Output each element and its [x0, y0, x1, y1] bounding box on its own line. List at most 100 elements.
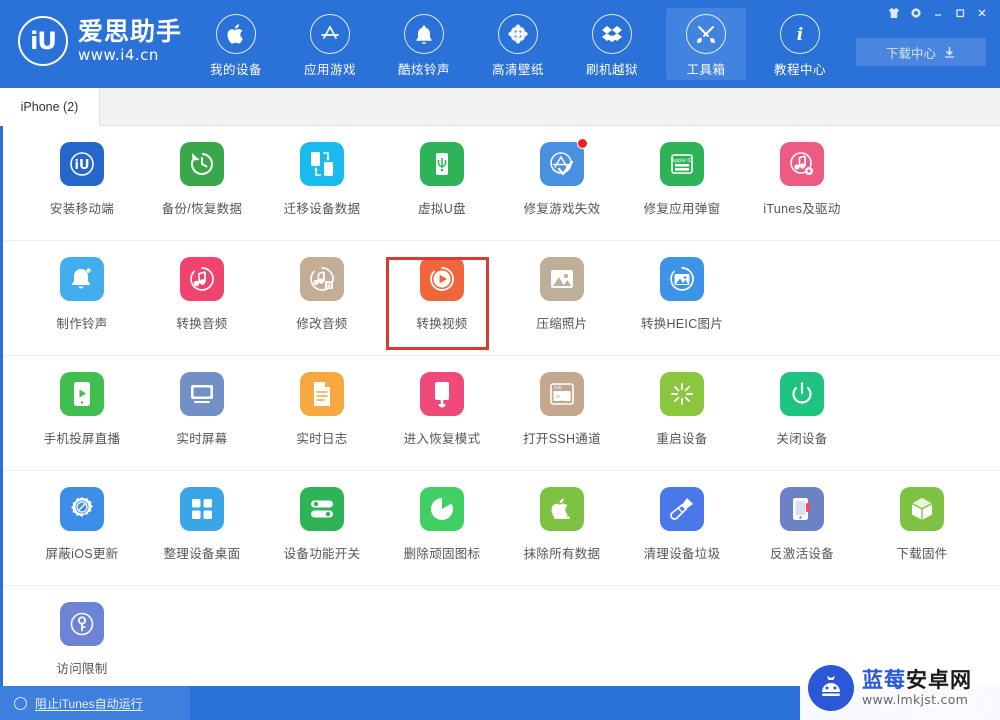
download-center-button[interactable]: 下载中心	[856, 38, 986, 66]
tool-virtual-udisk[interactable]: 虚拟U盘	[382, 142, 502, 217]
tool-realtime-screen[interactable]: 实时屏幕	[142, 372, 262, 447]
tool-recovery-mode[interactable]: 进入恢复模式	[382, 372, 502, 447]
bell-icon	[404, 14, 444, 54]
tool-backup-restore[interactable]: 备份/恢复数据	[142, 142, 262, 217]
tool-fix-app-popup[interactable]: Apple ID 修复应用弹窗	[622, 142, 742, 217]
svg-text:Apple ID: Apple ID	[671, 158, 692, 164]
maximize-icon[interactable]	[950, 3, 970, 23]
nav-label: 应用游戏	[303, 63, 356, 77]
tool-screen-cast[interactable]: 手机投屏直播	[22, 372, 142, 447]
device-toggles-icon	[300, 487, 344, 531]
tool-erase-all-data[interactable]: 抹除所有数据	[502, 487, 622, 562]
itunes-driver-icon	[780, 142, 824, 186]
make-ringtone-icon	[60, 257, 104, 301]
tool-label: 整理设备桌面	[163, 547, 241, 561]
tool-label: 关闭设备	[776, 432, 828, 446]
tools-grid: iU 安装移动端 备份/恢复数据 迁移设备数据 虚拟U盘 修复游戏失效 Appl…	[0, 126, 1000, 686]
device-tabstrip: iPhone (2)	[0, 88, 1000, 126]
tool-convert-heic[interactable]: 转换HEIC图片	[622, 257, 742, 332]
svg-text:SSH: SSH	[554, 385, 562, 390]
tool-label: 反激活设备	[769, 547, 834, 561]
power-off-icon	[780, 372, 824, 416]
tool-deactivate-device[interactable]: 反激活设备	[742, 487, 862, 562]
deactivate-device-icon	[780, 487, 824, 531]
tool-label: 转换视频	[416, 317, 468, 331]
site-watermark: 蓝莓安卓网 www.lmkjst.com	[800, 656, 1000, 720]
nav-item-apps-games[interactable]: 应用游戏	[290, 8, 370, 80]
tool-convert-audio[interactable]: 转换音频	[142, 257, 262, 332]
recovery-mode-icon	[420, 372, 464, 416]
organize-desktop-icon	[180, 487, 224, 531]
tool-label: 迁移设备数据	[283, 202, 361, 216]
fix-game-icon	[540, 138, 588, 186]
tool-label: 实时日志	[296, 432, 348, 446]
tool-compress-photo[interactable]: 压缩照片	[502, 257, 622, 332]
tool-power-off[interactable]: 关闭设备	[742, 372, 862, 447]
tool-block-ios-update[interactable]: 屏蔽iOS更新	[22, 487, 142, 562]
edit-audio-icon: 自	[300, 257, 344, 301]
box-icon	[592, 14, 632, 54]
nav-item-tutorials[interactable]: i 教程中心	[760, 8, 840, 80]
watermark-url: www.lmkjst.com	[862, 691, 969, 707]
tool-label: 制作铃声	[56, 317, 108, 331]
tool-label: 备份/恢复数据	[161, 202, 243, 216]
block-ios-update-icon	[60, 487, 104, 531]
info-icon: i	[780, 14, 820, 54]
block-itunes-toggle[interactable]: 阻止iTunes自动运行	[0, 686, 190, 720]
tool-delete-stubborn-icon[interactable]: 删除顽固图标	[382, 487, 502, 562]
tool-label: 安装移动端	[49, 202, 114, 216]
tool-label: 访问限制	[56, 662, 108, 676]
tool-convert-video[interactable]: 转换视频	[382, 257, 502, 332]
main-nav: 我的设备 应用游戏 酷炫铃声 高清壁纸 刷机越狱 工具箱 i 教程中心	[196, 8, 854, 80]
tool-access-restriction[interactable]: 访问限制	[22, 602, 142, 677]
tools-row: 屏蔽iOS更新 整理设备桌面 设备功能开关 删除顽固图标 抹除所有数据 清理设备…	[3, 471, 1000, 586]
tool-itunes-driver[interactable]: iTunes及驱动	[742, 142, 862, 217]
nav-label: 刷机越狱	[585, 63, 638, 77]
watermark-title: 蓝莓安卓网	[862, 669, 972, 693]
watermark-text: 蓝莓安卓网 www.lmkjst.com	[862, 669, 972, 708]
app-window: iU 爱思助手 www.i4.cn 我的设备 应用游戏 酷炫铃声 高清壁纸 刷机…	[0, 0, 1000, 720]
tool-realtime-log[interactable]: 实时日志	[262, 372, 382, 447]
convert-heic-icon	[660, 257, 704, 301]
toggle-icon[interactable]	[14, 696, 27, 710]
logo-url: www.i4.cn	[78, 45, 159, 64]
tool-install-mobile[interactable]: iU 安装移动端	[22, 142, 142, 217]
svg-text:>_: >_	[556, 393, 565, 401]
tool-label: 下载固件	[896, 547, 948, 561]
tool-label: 修复应用弹窗	[643, 202, 721, 216]
tool-clean-junk[interactable]: 清理设备垃圾	[622, 487, 742, 562]
tool-ssh-channel[interactable]: SSH >_ 打开SSH通道	[502, 372, 622, 447]
nav-label: 工具箱	[686, 63, 726, 77]
tools-row: iU 安装移动端 备份/恢复数据 迁移设备数据 虚拟U盘 修复游戏失效 Appl…	[3, 126, 1000, 241]
nav-item-wallpapers[interactable]: 高清壁纸	[478, 8, 558, 80]
tool-label: 打开SSH通道	[523, 432, 601, 446]
tool-fix-game[interactable]: 修复游戏失效	[502, 138, 622, 217]
close-icon[interactable]	[972, 3, 992, 23]
tool-transfer-data[interactable]: 迁移设备数据	[262, 142, 382, 217]
tool-download-firmware[interactable]: 下载固件	[862, 487, 982, 562]
nav-item-jailbreak[interactable]: 刷机越狱	[572, 8, 652, 80]
tool-label: iTunes及驱动	[763, 202, 841, 216]
new-badge	[577, 138, 588, 149]
tool-label: 转换HEIC图片	[640, 317, 724, 331]
minimize-icon[interactable]	[928, 3, 948, 23]
tool-organize-desktop[interactable]: 整理设备桌面	[142, 487, 262, 562]
logo-title: 爱思助手	[78, 17, 183, 46]
nav-item-my-device[interactable]: 我的设备	[196, 8, 276, 80]
tool-restart-device[interactable]: 重启设备	[622, 372, 742, 447]
nav-item-ringtones[interactable]: 酷炫铃声	[384, 8, 464, 80]
nav-label: 酷炫铃声	[397, 63, 450, 77]
gear-icon[interactable]	[906, 3, 926, 23]
svg-text:i: i	[797, 25, 803, 45]
tool-make-ringtone[interactable]: 制作铃声	[22, 257, 142, 332]
watermark-title-black: 安卓网	[906, 668, 972, 692]
tool-edit-audio[interactable]: 自 修改音频	[262, 257, 382, 332]
shirt-icon[interactable]	[884, 3, 904, 23]
app-header: iU 爱思助手 www.i4.cn 我的设备 应用游戏 酷炫铃声 高清壁纸 刷机…	[0, 0, 1000, 88]
tool-device-toggles[interactable]: 设备功能开关	[262, 487, 382, 562]
app-logo: iU 爱思助手 www.i4.cn	[18, 16, 182, 66]
tab-iphone[interactable]: iPhone (2)	[0, 88, 100, 126]
nav-item-toolbox[interactable]: 工具箱	[666, 8, 746, 80]
tool-label: 虚拟U盘	[418, 202, 466, 216]
nav-label: 教程中心	[773, 63, 826, 77]
